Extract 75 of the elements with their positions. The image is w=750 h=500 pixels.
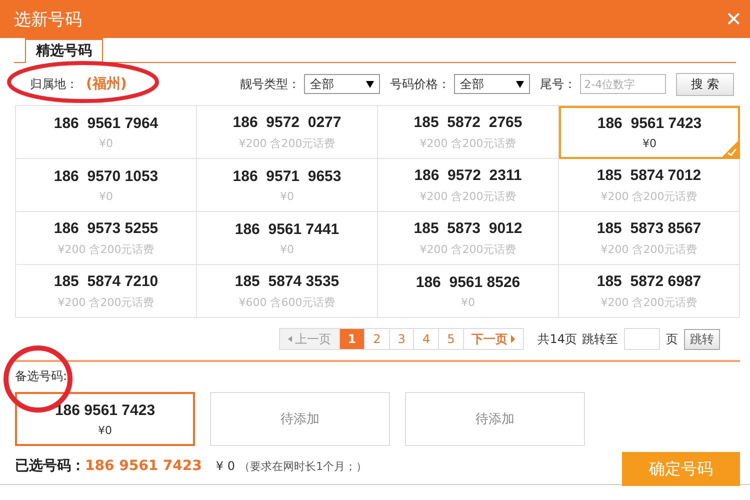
type-label: 靓号类型： [240,76,300,92]
price: ¥200 含200元话费 [420,188,516,204]
phone-number: 186 9561 7423 [597,115,702,132]
placeholder-text: 待添加 [476,411,514,428]
selected-label: 已选号码： [15,457,85,475]
price: ¥200 含200元话费 [600,242,698,256]
price: ¥0 [280,242,294,256]
price: ¥0 [99,190,113,202]
window-title: 选新号码 [14,8,82,30]
location-label: 归属地： [30,76,78,92]
phone-number: 186 9561 7964 [54,114,158,132]
phone-number: 186 9570 1053 [54,168,158,184]
price: ¥0 [280,190,294,202]
price: ¥200 含200元话费 [58,242,154,256]
price-label: 号码价格： [390,76,450,92]
number-card[interactable]: 186 9561 8526 ¥0 [378,265,559,318]
selected-number: 186 9561 7423 [85,458,202,474]
price: ¥200 含200元话费 [238,136,336,150]
selected-price: ¥ 0 [216,459,235,473]
backup-label: 备选号码: [15,368,68,385]
number-card[interactable]: 185 5873 9012 ¥200 含200元话费 [378,212,559,265]
price: ¥200 含200元话费 [600,294,698,310]
number-card[interactable]: 186 9571 9653 ¥0 [197,159,378,212]
number-card[interactable]: 186 9561 7441 ¥0 [197,212,378,265]
number-card[interactable]: 185 5872 2765 ¥200 含200元话费 [378,106,559,159]
phone-number: 185 5874 3535 [234,272,340,290]
page-unit: 页 [666,330,678,348]
backup-number-card[interactable]: 186 9561 7423 ¥0 [15,392,195,446]
duration-note: （要求在网时长1个月；） [239,458,367,474]
phone-number: 185 5872 2765 [414,114,522,130]
price: ¥600 含600元话费 [238,294,336,310]
price: ¥0 [99,136,113,150]
phone-number: 186 9561 7423 [54,402,156,418]
tail-number-field[interactable]: 2-4位数字 [580,74,666,94]
phone-number: 186 9573 5255 [54,220,158,236]
number-card[interactable]: 185 5874 3535 ¥600 含600元话费 [197,265,378,318]
phone-number: 186 9572 0277 [232,114,342,130]
placeholder-text: 待添加 [280,411,320,428]
number-card[interactable]: 186 9572 2311 ¥200 含200元话费 [378,159,559,212]
price-dropdown[interactable]: 全部 [454,74,530,94]
location-value: (福州) [86,75,127,93]
number-card[interactable]: 185 5873 8567 ¥200 含200元话费 [559,212,740,265]
phone-number: 185 5873 8567 [596,220,702,236]
number-card[interactable]: 185 5872 6987 ¥200 含200元话费 [559,265,740,318]
phone-number: 185 5872 6987 [596,272,702,290]
price: ¥200 含200元话费 [420,136,516,150]
jump-button[interactable]: 跳转 [684,328,720,350]
price: ¥0 [98,424,112,436]
phone-number: 185 5874 7012 [596,166,702,184]
number-card[interactable]: 186 9561 7964 ¥0 [16,106,197,159]
type-dropdown[interactable]: 全部 [304,74,380,94]
number-card[interactable]: 186 9561 7423 ¥0 [559,106,740,159]
price: ¥200 含200元话费 [420,242,516,256]
tab[interactable]: 精选号码 [25,38,103,63]
phone-number: 186 9572 2311 [414,166,522,184]
price: ¥0 [461,296,475,308]
phone-number: 186 9561 8526 [416,274,520,290]
phone-number: 186 9571 9653 [232,168,342,184]
price: ¥0 [642,137,656,150]
total-pages: 共14页 [538,330,577,348]
number-card[interactable]: 185 5874 7210 ¥200 含200元话费 [16,265,197,318]
phone-number: 185 5874 7210 [54,272,158,290]
check-icon [722,141,738,157]
number-card[interactable]: 186 9572 0277 ¥200 含200元话费 [197,106,378,159]
price: ¥200 含200元话费 [600,188,698,204]
number-card[interactable]: 186 9570 1053 ¥0 [16,159,197,212]
search-button[interactable]: 搜 索 [676,72,734,96]
phone-number: 186 9561 7441 [234,220,340,238]
jump-label: 跳转至 [582,330,618,348]
number-card[interactable]: 185 5874 7012 ¥200 含200元话费 [559,159,740,212]
price: ¥200 含200元话费 [58,294,154,310]
phone-number: 185 5873 9012 [414,220,522,236]
tail-label: 尾号： [540,76,576,92]
page-number-field[interactable] [624,328,660,350]
number-card[interactable]: 186 9573 5255 ¥200 含200元话费 [16,212,197,265]
